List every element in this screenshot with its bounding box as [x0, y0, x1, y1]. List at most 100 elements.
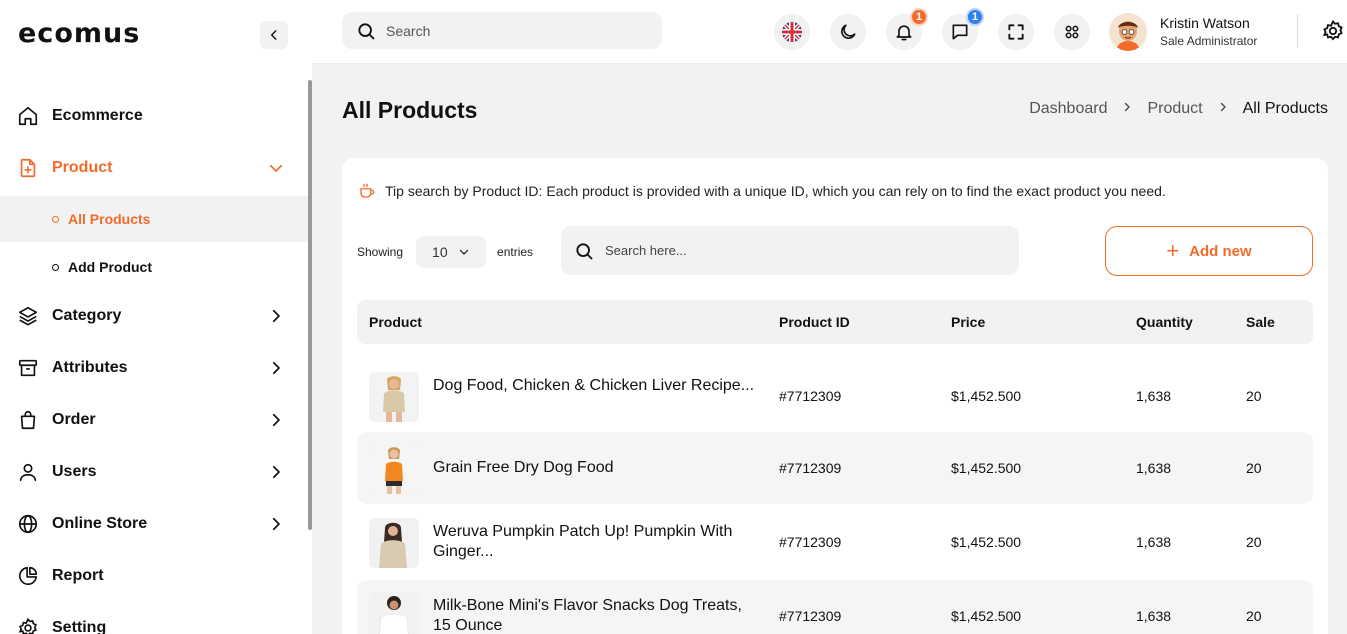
sidebar-item-label: Ecommerce	[52, 107, 143, 124]
sidebar-item-category[interactable]: Category	[0, 296, 312, 336]
layers-icon	[16, 304, 40, 328]
column-header-sale[interactable]: Sale	[1246, 314, 1275, 330]
sidebar-scrollbar[interactable]	[308, 80, 312, 530]
chevron-down-icon	[459, 249, 469, 255]
chevron-right-icon	[1217, 100, 1229, 118]
sidebar: ecomus Ecommerce Product All Products Ad…	[0, 0, 312, 634]
avatar[interactable]	[1109, 13, 1147, 51]
fullscreen-button[interactable]	[998, 14, 1034, 50]
chevron-right-icon	[264, 460, 288, 484]
breadcrumb-dashboard[interactable]: Dashboard	[1029, 100, 1107, 118]
products-card: Tip search by Product ID: Each product i…	[342, 158, 1328, 634]
product-file-plus-icon	[16, 156, 40, 180]
entries-label: entries	[497, 245, 534, 259]
chat-icon	[952, 24, 968, 40]
global-search[interactable]	[342, 12, 662, 49]
product-id: #7712309	[779, 460, 842, 476]
pie-chart-icon	[16, 564, 40, 588]
product-name[interactable]: Milk-Bone Mini's Flavor Snacks Dog Treat…	[433, 596, 763, 634]
messages-badge: 1	[966, 8, 984, 26]
sidebar-item-product[interactable]: Product	[0, 148, 312, 188]
brand-logo[interactable]: ecomus	[18, 18, 140, 49]
sidebar-item-label: Report	[52, 567, 104, 584]
product-price: $1,452.500	[951, 534, 1022, 550]
product-sale: 20	[1246, 534, 1262, 550]
sidebar-item-label: Order	[52, 411, 96, 428]
product-image-icon	[369, 444, 419, 494]
entries-select[interactable]: 10	[416, 236, 487, 268]
product-thumbnail[interactable]	[369, 518, 419, 568]
home-icon	[16, 104, 40, 128]
sidebar-item-label: Product	[52, 159, 113, 176]
sidebar-item-users[interactable]: Users	[0, 452, 312, 492]
product-thumbnail[interactable]	[369, 592, 419, 634]
search-icon	[358, 22, 375, 39]
gear-icon	[1322, 19, 1343, 41]
breadcrumb: Dashboard Product All Products	[1029, 100, 1328, 118]
settings-button[interactable]	[1320, 18, 1346, 44]
chevron-right-icon	[264, 408, 288, 432]
global-search-input[interactable]	[386, 22, 646, 39]
user-icon	[16, 460, 40, 484]
product-price: $1,452.500	[951, 388, 1022, 404]
column-header-product-id[interactable]: Product ID	[779, 314, 850, 330]
language-button[interactable]	[774, 14, 810, 50]
sidebar-subitem-all-products[interactable]: All Products	[0, 196, 312, 242]
product-name[interactable]: Grain Free Dry Dog Food	[433, 458, 763, 478]
search-icon	[576, 242, 593, 259]
product-thumbnail[interactable]	[369, 444, 419, 494]
product-search[interactable]	[561, 226, 1019, 275]
sidebar-item-label: Users	[52, 463, 97, 480]
product-name[interactable]: Weruva Pumpkin Patch Up! Pumpkin With Gi…	[433, 522, 763, 562]
breadcrumb-current: All Products	[1242, 100, 1328, 117]
tip-text: Tip search by Product ID: Each product i…	[385, 183, 1166, 199]
product-price: $1,452.500	[951, 608, 1022, 624]
sidebar-item-setting[interactable]: Setting	[0, 608, 312, 634]
notifications-button[interactable]: 1	[886, 8, 928, 50]
table-row[interactable]: Dog Food, Chicken & Chicken Liver Recipe…	[357, 360, 1313, 432]
moon-icon	[841, 24, 856, 39]
column-header-price[interactable]: Price	[951, 314, 985, 330]
table-row[interactable]: Grain Free Dry Dog Food #7712309 $1,452.…	[357, 432, 1313, 504]
sidebar-item-ecommerce[interactable]: Ecommerce	[0, 96, 312, 136]
bullet-icon	[52, 215, 59, 223]
bell-icon	[896, 25, 912, 41]
table-row[interactable]: Milk-Bone Mini's Flavor Snacks Dog Treat…	[357, 580, 1313, 634]
sidebar-item-report[interactable]: Report	[0, 556, 312, 596]
notifications-badge: 1	[910, 8, 928, 26]
sidebar-item-attributes[interactable]: Attributes	[0, 348, 312, 388]
topbar-divider	[1297, 14, 1298, 48]
column-header-quantity[interactable]: Quantity	[1136, 314, 1193, 330]
sidebar-subitem-add-product[interactable]: Add Product	[0, 244, 312, 290]
chevron-down-icon	[264, 156, 288, 180]
showing-label: Showing	[357, 245, 404, 259]
grid-icon	[1065, 25, 1079, 39]
chevron-right-icon	[264, 512, 288, 536]
product-id: #7712309	[779, 388, 842, 404]
sidebar-subitem-label: All Products	[68, 211, 151, 227]
product-sale: 20	[1246, 608, 1262, 624]
breadcrumb-product[interactable]: Product	[1147, 100, 1202, 118]
add-new-label: Add new	[1189, 242, 1252, 260]
table-row[interactable]: Weruva Pumpkin Patch Up! Pumpkin With Gi…	[357, 506, 1313, 578]
product-name[interactable]: Dog Food, Chicken & Chicken Liver Recipe…	[433, 376, 763, 396]
uk-flag-icon	[782, 22, 802, 42]
sidebar-subitem-label: Add Product	[68, 259, 152, 275]
chevron-right-icon	[264, 356, 288, 380]
product-image-icon	[369, 372, 419, 422]
column-header-product[interactable]: Product	[369, 314, 422, 330]
sidebar-item-label: Attributes	[52, 359, 128, 376]
product-quantity: 1,638	[1136, 460, 1172, 476]
user-name[interactable]: Kristin Watson	[1160, 15, 1250, 31]
globe-icon	[16, 512, 40, 536]
apps-button[interactable]	[1054, 14, 1090, 50]
theme-toggle-button[interactable]	[830, 14, 866, 50]
sidebar-item-online-store[interactable]: Online Store	[0, 504, 312, 544]
sidebar-collapse-button[interactable]	[260, 21, 288, 49]
product-search-input[interactable]	[605, 243, 1005, 258]
add-new-button[interactable]: + Add new	[1105, 226, 1313, 276]
product-thumbnail[interactable]	[369, 372, 419, 422]
product-image-icon	[369, 518, 419, 568]
sidebar-item-order[interactable]: Order	[0, 400, 312, 440]
messages-button[interactable]: 1	[942, 8, 984, 50]
